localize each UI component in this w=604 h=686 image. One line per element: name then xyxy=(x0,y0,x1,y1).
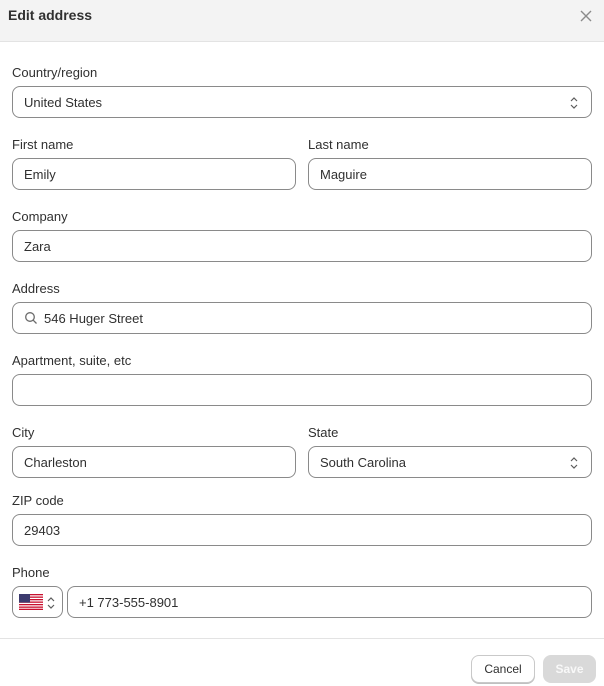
phone-input[interactable]: +1 773-555-8901 xyxy=(67,586,592,618)
footer-divider xyxy=(0,638,604,639)
zip-label: ZIP code xyxy=(12,493,64,508)
state-select[interactable]: South Carolina xyxy=(308,446,592,478)
first-name-label: First name xyxy=(12,137,74,152)
state-label: State xyxy=(308,425,339,440)
dialog-header: Edit address xyxy=(0,0,604,42)
country-label: Country/region xyxy=(12,65,98,80)
apartment-input[interactable] xyxy=(12,374,592,406)
save-button[interactable]: Save xyxy=(543,655,596,683)
address-input[interactable]: 546 Huger Street xyxy=(12,302,592,334)
address-label: Address xyxy=(12,281,60,296)
company-label: Company xyxy=(12,209,68,224)
last-name-input[interactable]: Maguire xyxy=(308,158,592,190)
first-name-input[interactable]: Emily xyxy=(12,158,296,190)
zip-input[interactable]: 29403 xyxy=(12,514,592,546)
phone-value: +1 773-555-8901 xyxy=(79,594,179,610)
close-icon[interactable] xyxy=(578,8,594,24)
search-icon xyxy=(25,312,37,324)
us-flag-icon xyxy=(19,594,43,610)
company-input[interactable]: Zara xyxy=(12,230,592,262)
first-name-value: Emily xyxy=(24,166,56,182)
company-value: Zara xyxy=(24,238,51,254)
country-select[interactable]: United States xyxy=(12,86,592,118)
city-value: Charleston xyxy=(24,454,87,470)
city-input[interactable]: Charleston xyxy=(12,446,296,478)
last-name-label: Last name xyxy=(308,137,369,152)
apartment-label: Apartment, suite, etc xyxy=(12,353,132,368)
address-value: 546 Huger Street xyxy=(44,310,144,326)
chevron-up-down-icon xyxy=(570,457,578,469)
country-value: United States xyxy=(24,94,103,110)
chevron-up-down-icon xyxy=(47,597,55,609)
state-value: South Carolina xyxy=(320,454,406,470)
chevron-up-down-icon xyxy=(570,97,578,109)
phone-country-select[interactable] xyxy=(12,586,63,618)
cancel-button[interactable]: Cancel xyxy=(471,655,535,683)
last-name-value: Maguire xyxy=(320,166,367,182)
city-label: City xyxy=(12,425,35,440)
phone-label: Phone xyxy=(12,565,50,580)
dialog-title: Edit address xyxy=(8,7,93,23)
zip-value: 29403 xyxy=(24,522,61,538)
